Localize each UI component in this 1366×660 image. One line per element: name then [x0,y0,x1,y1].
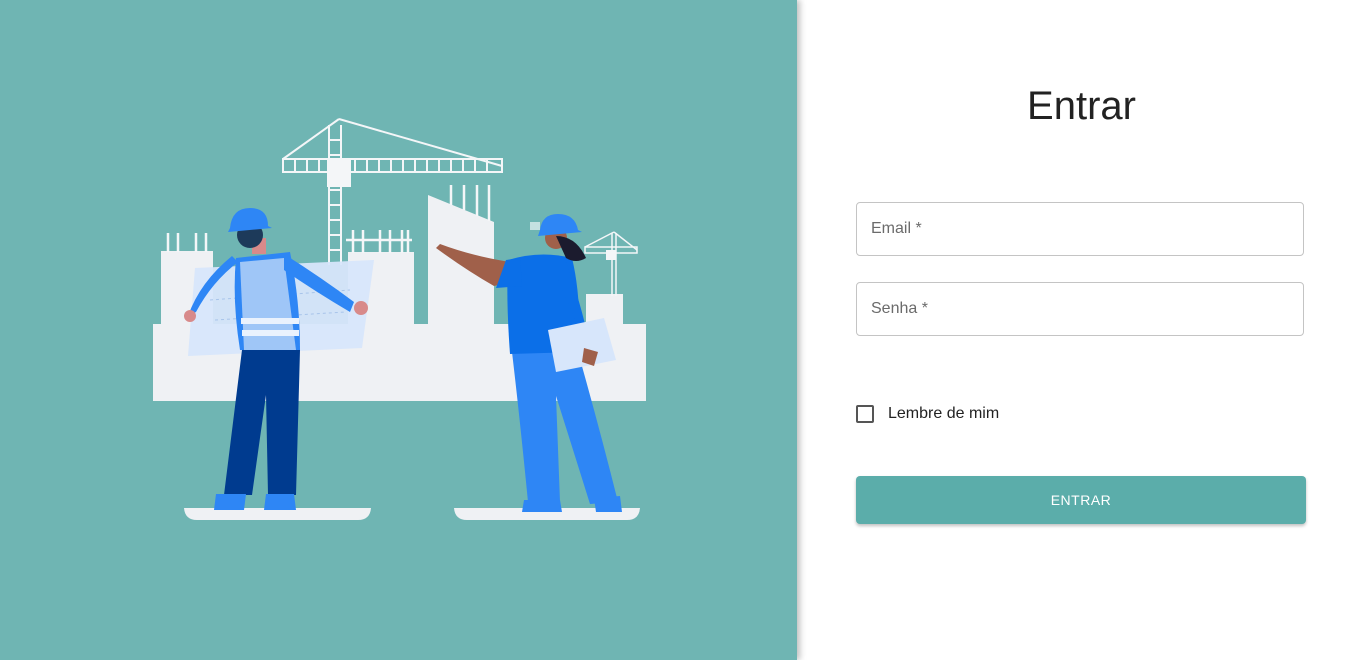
remember-me-checkbox[interactable]: Lembre de mim [856,403,999,425]
submit-button[interactable]: ENTRAR [856,476,1306,524]
page-title: Entrar [1027,84,1136,128]
crane-small-counterweight [606,250,616,260]
crane-counterweight [327,159,351,187]
construction-workers-illustration [153,118,646,520]
illustration-panel [0,0,797,660]
login-panel: Entrar Email * Senha * Lembre de mim ENT… [797,0,1366,660]
checkbox-box[interactable] [856,405,874,423]
password-input[interactable] [857,283,1303,335]
password-field[interactable]: Senha * [856,282,1304,336]
remember-me-label: Lembre de mim [888,405,1000,422]
crane-small [584,231,638,296]
email-input[interactable] [857,203,1303,255]
email-field[interactable]: Email * [856,202,1304,256]
